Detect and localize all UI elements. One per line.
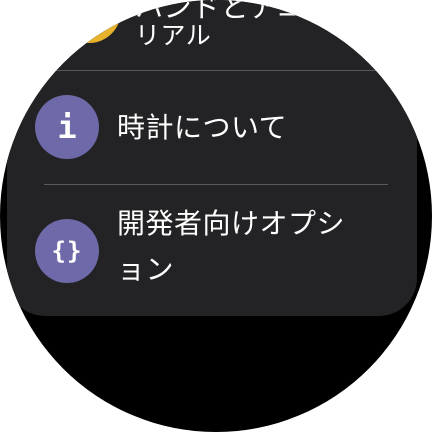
settings-item-label: 開発者向けオプシ	[117, 207, 346, 240]
settings-item-developer-options[interactable]: {} 開発者向けオプシ ョン	[7, 184, 417, 316]
code-braces-icon: {}	[35, 219, 99, 283]
settings-item-tutorial[interactable]: ハンドとアユ リアル	[7, 0, 417, 71]
settings-item-label-continued: ョン	[117, 253, 175, 286]
settings-item-label-continued: リアル	[135, 21, 212, 50]
info-icon: i	[35, 95, 99, 159]
settings-item-label: 時計について	[117, 111, 288, 144]
tutorial-icon	[57, 0, 121, 43]
settings-item-about-watch[interactable]: i 時計について	[7, 70, 417, 185]
braces-glyph: {}	[51, 237, 83, 265]
watch-screen: ハンドとアユ リアル i 時計について {} 開発者向けオプシ ョン	[0, 0, 432, 432]
info-glyph: i	[57, 108, 77, 146]
settings-list-card: ハンドとアユ リアル i 時計について {} 開発者向けオプシ ョン	[7, 0, 417, 316]
